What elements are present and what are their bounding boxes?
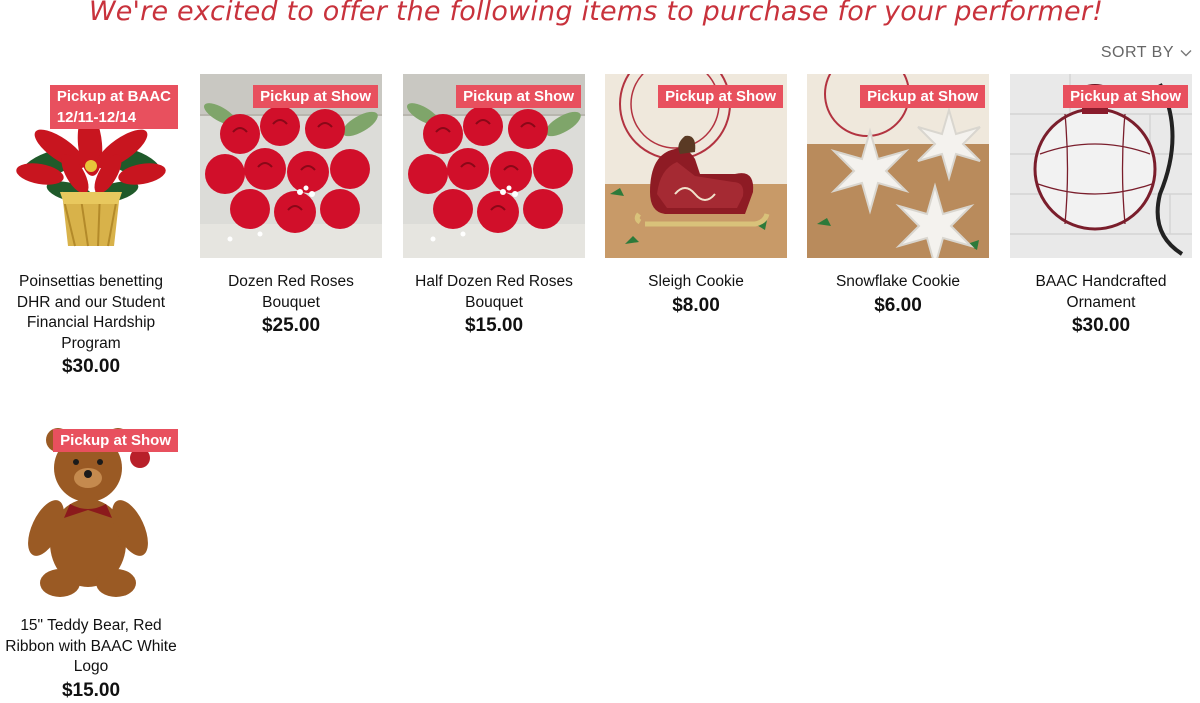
sort-by-label: SORT BY <box>1100 44 1174 61</box>
product-price: $15.00 <box>464 315 524 337</box>
sort-by-dropdown[interactable]: SORT BY <box>1101 44 1192 62</box>
pickup-badge: Pickup at BAAC 12/11-12/14 <box>49 85 178 129</box>
product-card[interactable]: Pickup at Show Dozen Red Roses Bouquet $… <box>200 74 382 337</box>
pickup-badge: Pickup at Show <box>456 85 581 108</box>
product-image-ornament[interactable]: Pickup at Show <box>1010 74 1192 258</box>
product-name[interactable]: Snowflake Cookie <box>807 272 989 293</box>
product-price: $6.00 <box>874 294 922 316</box>
product-price: $8.00 <box>672 294 720 316</box>
product-image-poinsettia[interactable]: Pickup at BAAC 12/11-12/14 <box>0 74 182 258</box>
product-image-roses[interactable]: Pickup at Show <box>403 74 585 258</box>
product-name[interactable]: 15" Teddy Bear, Red Ribbon with BAAC Whi… <box>0 616 182 678</box>
product-card[interactable]: Pickup at Show 15" Teddy Bear, Red Ribbo… <box>0 418 182 702</box>
pickup-badge: Pickup at Show <box>658 85 783 108</box>
product-grid: Pickup at BAAC 12/11-12/14 Poinsettias b… <box>0 74 1200 703</box>
product-card[interactable]: Pickup at Show Snowflake Cookie $6.00 <box>807 74 989 317</box>
product-name[interactable]: Sleigh Cookie <box>605 272 787 293</box>
product-card[interactable]: Pickup at Show BAAC Handcrafted Ornament… <box>1010 74 1192 337</box>
pickup-badge: Pickup at Show <box>860 85 985 108</box>
pickup-badge: Pickup at Show <box>53 429 178 452</box>
product-name[interactable]: Dozen Red Roses Bouquet <box>200 272 382 313</box>
pickup-badge: Pickup at Show <box>253 85 378 108</box>
product-price: $30.00 <box>61 356 121 378</box>
product-name[interactable]: BAAC Handcrafted Ornament <box>1010 272 1192 313</box>
chevron-down-icon <box>1180 50 1192 57</box>
product-card[interactable]: Pickup at Show Half Dozen Red Roses Bouq… <box>403 74 585 337</box>
product-name[interactable]: Half Dozen Red Roses Bouquet <box>403 272 585 313</box>
product-price: $30.00 <box>1071 315 1131 337</box>
product-card[interactable]: Pickup at BAAC 12/11-12/14 Poinsettias b… <box>0 74 182 378</box>
page-headline: We're excited to offer the following ite… <box>88 0 1104 27</box>
pickup-badge: Pickup at Show <box>1063 85 1188 108</box>
product-name[interactable]: Poinsettias benetting DHR and our Studen… <box>0 272 182 354</box>
product-price: $25.00 <box>261 315 321 337</box>
product-image-teddy-bear[interactable]: Pickup at Show <box>0 418 182 602</box>
product-image-sleigh-cookie[interactable]: Pickup at Show <box>605 74 787 258</box>
product-image-snowflake-cookie[interactable]: Pickup at Show <box>807 74 989 258</box>
product-image-roses[interactable]: Pickup at Show <box>200 74 382 258</box>
product-card[interactable]: Pickup at Show Sleigh Cookie $8.00 <box>605 74 787 317</box>
product-price: $15.00 <box>61 679 121 701</box>
